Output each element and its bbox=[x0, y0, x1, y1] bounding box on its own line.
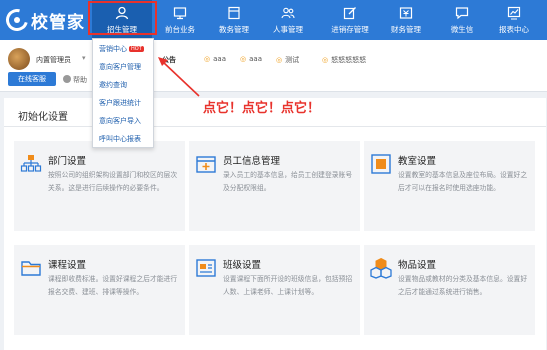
annotation-arrow bbox=[158, 57, 200, 97]
annotation-callout: 点它！点它！点它！ bbox=[203, 101, 321, 116]
